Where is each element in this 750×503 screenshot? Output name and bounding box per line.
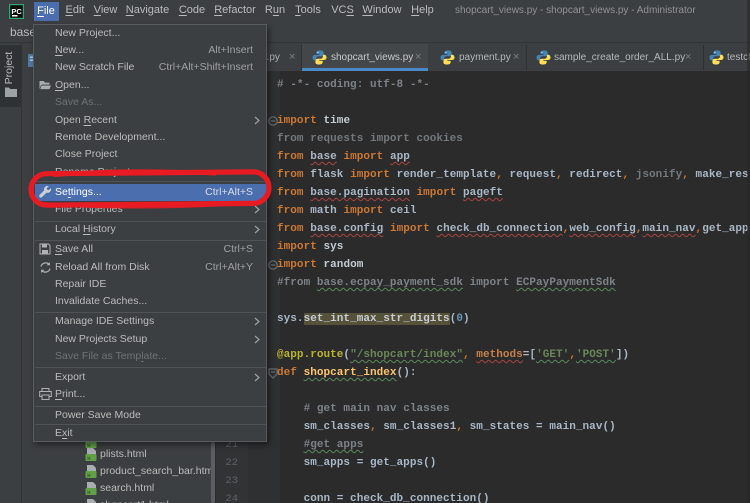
svg-text:H: H xyxy=(87,455,90,461)
svg-text:H: H xyxy=(87,472,90,478)
svg-text:PC: PC xyxy=(11,7,22,16)
svg-text:H: H xyxy=(87,489,90,495)
